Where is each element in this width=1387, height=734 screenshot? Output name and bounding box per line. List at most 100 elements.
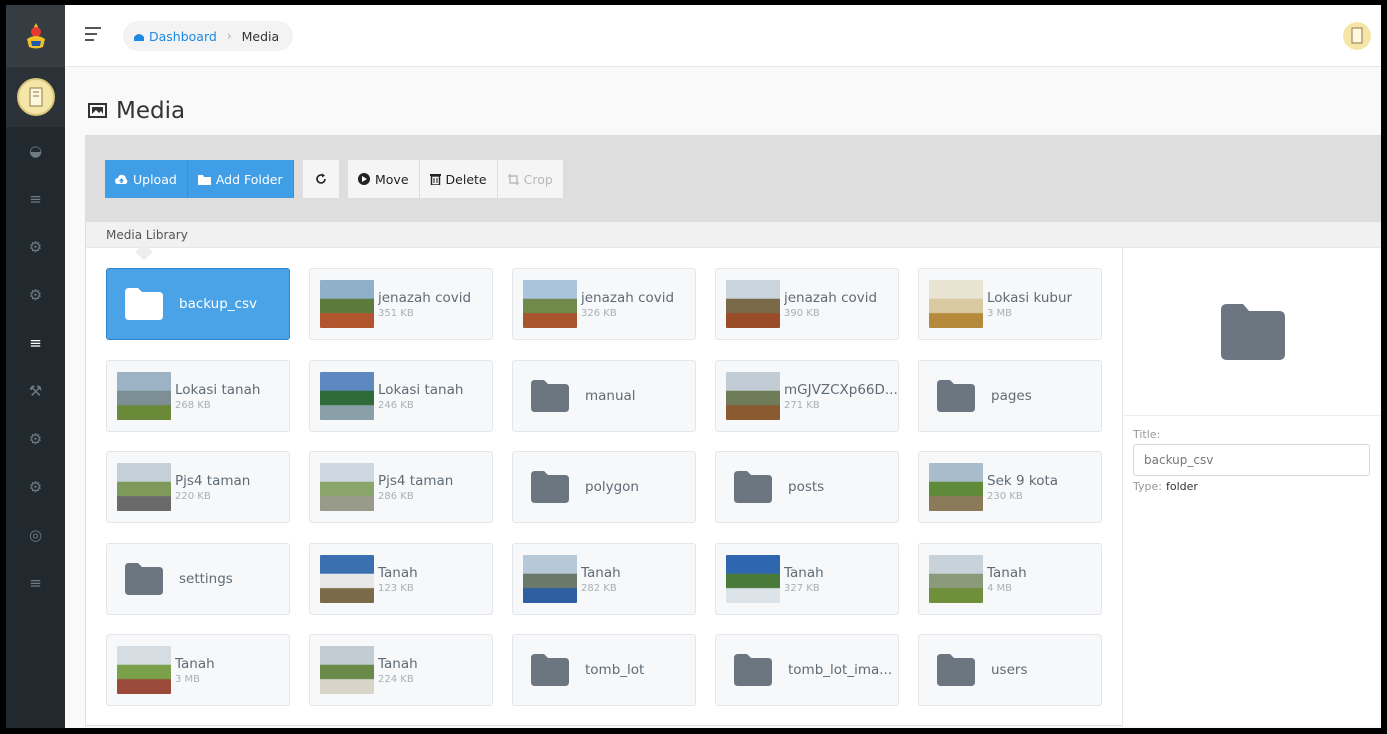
type-row: Type: folder bbox=[1133, 480, 1382, 493]
gear-icon: ⚙ bbox=[28, 478, 43, 496]
folder-icon bbox=[937, 380, 975, 412]
file-item[interactable]: Pjs4 taman 286 KB bbox=[309, 451, 493, 523]
file-item[interactable]: Lokasi tanah 268 KB bbox=[106, 360, 290, 432]
file-item[interactable]: Pjs4 taman 220 KB bbox=[106, 451, 290, 523]
refresh-group bbox=[303, 160, 340, 198]
item-name: polygon bbox=[585, 479, 639, 495]
item-name: users bbox=[991, 662, 1028, 678]
item-name: Pjs4 taman bbox=[175, 472, 251, 489]
item-name: Lokasi kubur bbox=[987, 289, 1073, 306]
folder-icon bbox=[937, 654, 975, 686]
image-thumbnail bbox=[320, 372, 374, 420]
item-text: Pjs4 taman 286 KB bbox=[378, 473, 453, 502]
file-item[interactable]: jenazah covid 351 KB bbox=[309, 268, 493, 340]
file-item[interactable]: mGJVZCXp66D... 271 KB bbox=[715, 360, 899, 432]
item-name: Tanah bbox=[175, 655, 215, 672]
sidebar-item-list-icon[interactable]: ≡ bbox=[6, 559, 65, 607]
file-item[interactable]: jenazah covid 326 KB bbox=[512, 268, 696, 340]
trash-icon bbox=[429, 174, 441, 185]
title-field[interactable]: backup_csv bbox=[1133, 444, 1370, 476]
user-avatar[interactable] bbox=[16, 78, 55, 116]
sidebar-item-gear-icon[interactable]: ⚙ bbox=[6, 463, 65, 511]
type-value: folder bbox=[1165, 480, 1198, 493]
folder-item[interactable]: manual bbox=[512, 360, 696, 432]
item-name: posts bbox=[788, 479, 825, 495]
folder-item[interactable]: tomb_lot_ima... bbox=[715, 634, 899, 706]
file-item[interactable]: Sek 9 kota 230 KB bbox=[918, 451, 1102, 523]
item-text: Tanah 3 MB bbox=[175, 656, 215, 685]
item-text: posts bbox=[788, 479, 824, 495]
folder-item[interactable]: settings bbox=[106, 543, 290, 615]
folder-icon bbox=[531, 471, 569, 503]
folder-item[interactable]: backup_csv bbox=[106, 268, 290, 340]
logo-emblem-icon bbox=[26, 22, 45, 48]
breadcrumb-home[interactable]: Dashboard bbox=[133, 29, 217, 44]
breadcrumb-current: Media bbox=[241, 28, 280, 44]
add-folder-button[interactable]: Add Folder bbox=[187, 160, 294, 198]
globe-icon: ◎ bbox=[28, 526, 43, 544]
item-size: 3 MB bbox=[987, 307, 1013, 319]
folder-item[interactable]: posts bbox=[715, 451, 899, 523]
item-size: 4 MB bbox=[987, 582, 1013, 594]
sidebar-item-dashboard-icon[interactable]: ◒ bbox=[6, 127, 65, 175]
gear-icon: ⚙ bbox=[28, 238, 43, 256]
item-text: Tanah 224 KB bbox=[378, 656, 418, 685]
cloud-upload-icon bbox=[115, 174, 128, 184]
refresh-button[interactable] bbox=[303, 160, 340, 198]
gear-icon: ⚙ bbox=[28, 430, 43, 448]
file-item[interactable]: Tanah 224 KB bbox=[309, 634, 493, 706]
folder-item[interactable]: polygon bbox=[512, 451, 696, 523]
file-item[interactable]: jenazah covid 390 KB bbox=[715, 268, 899, 340]
menu-toggle-icon[interactable] bbox=[85, 27, 101, 41]
item-text: Tanah 4 MB bbox=[987, 565, 1027, 594]
item-text: settings bbox=[179, 571, 233, 587]
item-size: 326 KB bbox=[581, 307, 617, 319]
crop-button[interactable]: Crop bbox=[497, 160, 564, 198]
item-name: tomb_lot_ima... bbox=[788, 662, 893, 678]
file-item[interactable]: Tanah 123 KB bbox=[309, 543, 493, 615]
list-icon: ≡ bbox=[29, 334, 42, 352]
sidebar-item-gear-icon[interactable]: ⚙ bbox=[6, 271, 65, 319]
sidebar-item-gear-icon[interactable]: ⚙ bbox=[6, 223, 65, 271]
file-item[interactable]: Tanah 282 KB bbox=[512, 543, 696, 615]
file-item[interactable]: Tanah 327 KB bbox=[715, 543, 899, 615]
item-size: 282 KB bbox=[581, 582, 617, 594]
sidebar-item-list-icon[interactable]: ≡ bbox=[6, 175, 65, 223]
folder-item[interactable]: tomb_lot bbox=[512, 634, 696, 706]
item-name: Lokasi tanah bbox=[378, 381, 464, 398]
crop-icon bbox=[507, 173, 519, 185]
item-size: 230 KB bbox=[987, 490, 1023, 502]
file-item[interactable]: Tanah 4 MB bbox=[918, 543, 1102, 615]
upload-button[interactable]: Upload bbox=[105, 160, 188, 198]
sidebar-item-list-icon[interactable]: ≡ bbox=[6, 319, 65, 367]
item-name: manual bbox=[585, 388, 636, 404]
sidebar-item-globe-icon[interactable]: ◎ bbox=[6, 511, 65, 559]
image-thumbnail bbox=[320, 555, 374, 603]
crop-label: Crop bbox=[523, 171, 553, 187]
file-item[interactable]: Lokasi tanah 246 KB bbox=[309, 360, 493, 432]
breadcrumb-home-label[interactable]: Dashboard bbox=[149, 29, 217, 44]
move-button[interactable]: Move bbox=[348, 160, 420, 198]
profile-avatar[interactable] bbox=[1343, 22, 1371, 50]
folder-item[interactable]: pages bbox=[918, 360, 1102, 432]
item-name: Sek 9 kota bbox=[987, 472, 1059, 489]
media-manager: Upload Add Folder Move Delete Crop Media… bbox=[85, 135, 1382, 726]
image-thumbnail bbox=[523, 555, 577, 603]
folder-item[interactable]: users bbox=[918, 634, 1102, 706]
breadcrumb: Dashboard › Media bbox=[123, 21, 294, 51]
app-logo[interactable] bbox=[6, 5, 65, 66]
file-item[interactable]: Tanah 3 MB bbox=[106, 634, 290, 706]
sidebar-item-gear-icon[interactable]: ⚙ bbox=[6, 415, 65, 463]
item-size: 351 KB bbox=[378, 307, 414, 319]
sidebar-item-tools-icon[interactable]: ⚒ bbox=[6, 367, 65, 415]
item-text: Lokasi tanah 268 KB bbox=[175, 382, 260, 411]
item-size: 123 KB bbox=[378, 582, 414, 594]
add-folder-label: Add Folder bbox=[215, 171, 283, 187]
dashboard-icon bbox=[134, 33, 144, 41]
delete-button[interactable]: Delete bbox=[419, 160, 498, 198]
file-item[interactable]: Lokasi kubur 3 MB bbox=[918, 268, 1102, 340]
item-text: backup_csv bbox=[179, 296, 257, 312]
item-text: Tanah 282 KB bbox=[581, 565, 621, 594]
type-label: Type: bbox=[1133, 480, 1162, 493]
item-name: Tanah bbox=[378, 564, 418, 581]
